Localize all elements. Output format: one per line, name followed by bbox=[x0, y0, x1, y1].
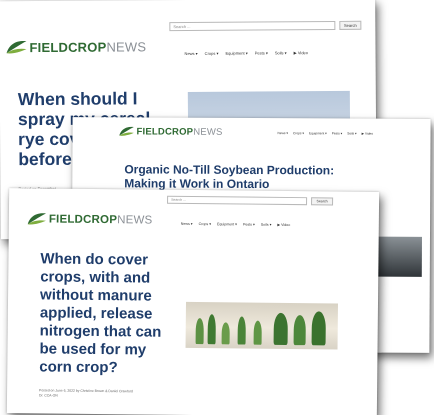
nav-item-equipment[interactable]: Equipment ▾ bbox=[217, 222, 237, 226]
main-nav: News ▾ Crops ▾ Equipment ▾ Pests ▾ Soils… bbox=[185, 50, 308, 56]
leaf-logo-icon bbox=[6, 40, 27, 54]
search-button[interactable]: Search bbox=[311, 197, 334, 206]
fieldcropnews-logo[interactable]: FIELDCROPNEWS bbox=[27, 211, 153, 227]
nav-item-crops[interactable]: Crops ▾ bbox=[205, 51, 219, 56]
main-nav: News ▾ Crops ▾ Equipment ▾ Pests ▾ Soils… bbox=[181, 222, 290, 227]
nav-item-video[interactable]: ▶ Video bbox=[362, 132, 373, 136]
article-byline: Posted on June 6, 2022 by Christine Brow… bbox=[38, 388, 133, 398]
nav-item-equipment[interactable]: Equipment ▾ bbox=[225, 51, 247, 56]
article-image-cover-crop-samples bbox=[185, 301, 338, 350]
leaf-logo-icon bbox=[119, 126, 134, 136]
logo-wordmark: FIELDCROPNEWS bbox=[29, 38, 147, 55]
fieldcropnews-logo[interactable]: FIELDCROPNEWS bbox=[5, 38, 146, 55]
nav-item-pests[interactable]: Pests ▾ bbox=[255, 50, 268, 55]
nav-item-soils[interactable]: Soils ▾ bbox=[347, 132, 356, 136]
article-title: When do cover crops, with and without ma… bbox=[39, 250, 162, 377]
nav-item-video[interactable]: ▶ Video bbox=[277, 223, 290, 227]
search-input[interactable]: Search ... bbox=[169, 20, 336, 32]
nav-item-news[interactable]: News ▾ bbox=[181, 222, 193, 226]
article-screenshot-cover-crops-nitrogen: Search ... Search FIELDCROPNEWS News ▾ C… bbox=[6, 188, 380, 415]
screenshot-collage: Search ... Search FIELDCROPNEWS News ▾ C… bbox=[0, 0, 434, 415]
logo-wordmark: FIELDCROPNEWS bbox=[136, 125, 223, 138]
nav-item-news[interactable]: News ▾ bbox=[185, 51, 198, 56]
leaf-logo-icon bbox=[27, 213, 47, 225]
search-input[interactable]: Search ... bbox=[167, 195, 308, 206]
nav-item-soils[interactable]: Soils ▾ bbox=[275, 50, 287, 55]
nav-item-video[interactable]: ▶ Video bbox=[294, 50, 308, 55]
nav-item-pests[interactable]: Pests ▾ bbox=[243, 223, 255, 227]
nav-item-soils[interactable]: Soils ▾ bbox=[261, 223, 272, 227]
nav-item-crops[interactable]: Crops ▾ bbox=[293, 131, 304, 135]
article-title: Organic No-Till Soybean Production: Maki… bbox=[124, 162, 335, 192]
nav-item-news[interactable]: News ▾ bbox=[278, 131, 288, 135]
nav-item-pests[interactable]: Pests ▾ bbox=[332, 131, 342, 135]
fieldcropnews-logo[interactable]: FIELDCROPNEWS bbox=[119, 125, 223, 138]
search-button[interactable]: Search bbox=[339, 20, 362, 30]
main-nav: News ▾ Crops ▾ Equipment ▾ Pests ▾ Soils… bbox=[278, 131, 374, 136]
logo-wordmark: FIELDCROPNEWS bbox=[48, 212, 153, 227]
article-image-partial bbox=[371, 236, 422, 277]
nav-item-crops[interactable]: Crops ▾ bbox=[199, 222, 211, 226]
nav-item-equipment[interactable]: Equipment ▾ bbox=[309, 131, 327, 135]
